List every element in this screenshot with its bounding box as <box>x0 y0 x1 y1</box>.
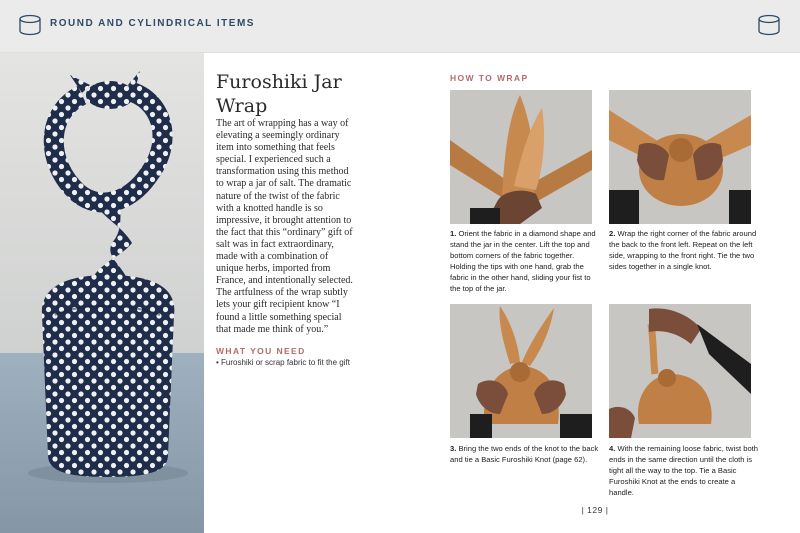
step-4-photo <box>609 304 751 438</box>
hero-photo <box>0 53 204 533</box>
cylinder-icon <box>758 14 780 36</box>
article-paragraph: The art of wrapping has a way of elevati… <box>216 118 353 335</box>
step-1-photo <box>450 90 592 224</box>
article-title: Furoshiki Jar Wrap <box>216 71 342 117</box>
step-4-text: 4. With the remaining loose fabric, twis… <box>609 443 759 498</box>
what-you-need-item: • Furoshiki or scrap fabric to fit the g… <box>216 358 350 367</box>
step-instruction: Wrap the right corner of the fabric arou… <box>609 229 757 271</box>
step-3-text: 3. Bring the two ends of the knot to the… <box>450 443 600 465</box>
what-you-need-heading: WHAT YOU NEED <box>216 346 306 356</box>
chapter-title: ROUND AND CYLINDRICAL ITEMS <box>50 18 255 29</box>
chapter-header: ROUND AND CYLINDRICAL ITEMS <box>0 0 800 53</box>
how-to-wrap-heading: HOW TO WRAP <box>450 73 529 83</box>
cylinder-icon <box>19 14 41 36</box>
step-3-photo <box>450 304 592 438</box>
article-body: The art of wrapping has a way of elevati… <box>216 118 356 336</box>
step-instruction: Orient the fabric in a diamond shape and… <box>450 229 596 293</box>
page-number: | 129 | <box>581 505 609 515</box>
step-instruction: Bring the two ends of the knot to the ba… <box>450 444 599 464</box>
step-2-photo <box>609 90 751 224</box>
step-instruction: With the remaining loose fabric, twist b… <box>609 444 759 497</box>
step-2-text: 2. Wrap the right corner of the fabric a… <box>609 228 759 272</box>
step-1-text: 1. Orient the fabric in a diamond shape … <box>450 228 600 294</box>
